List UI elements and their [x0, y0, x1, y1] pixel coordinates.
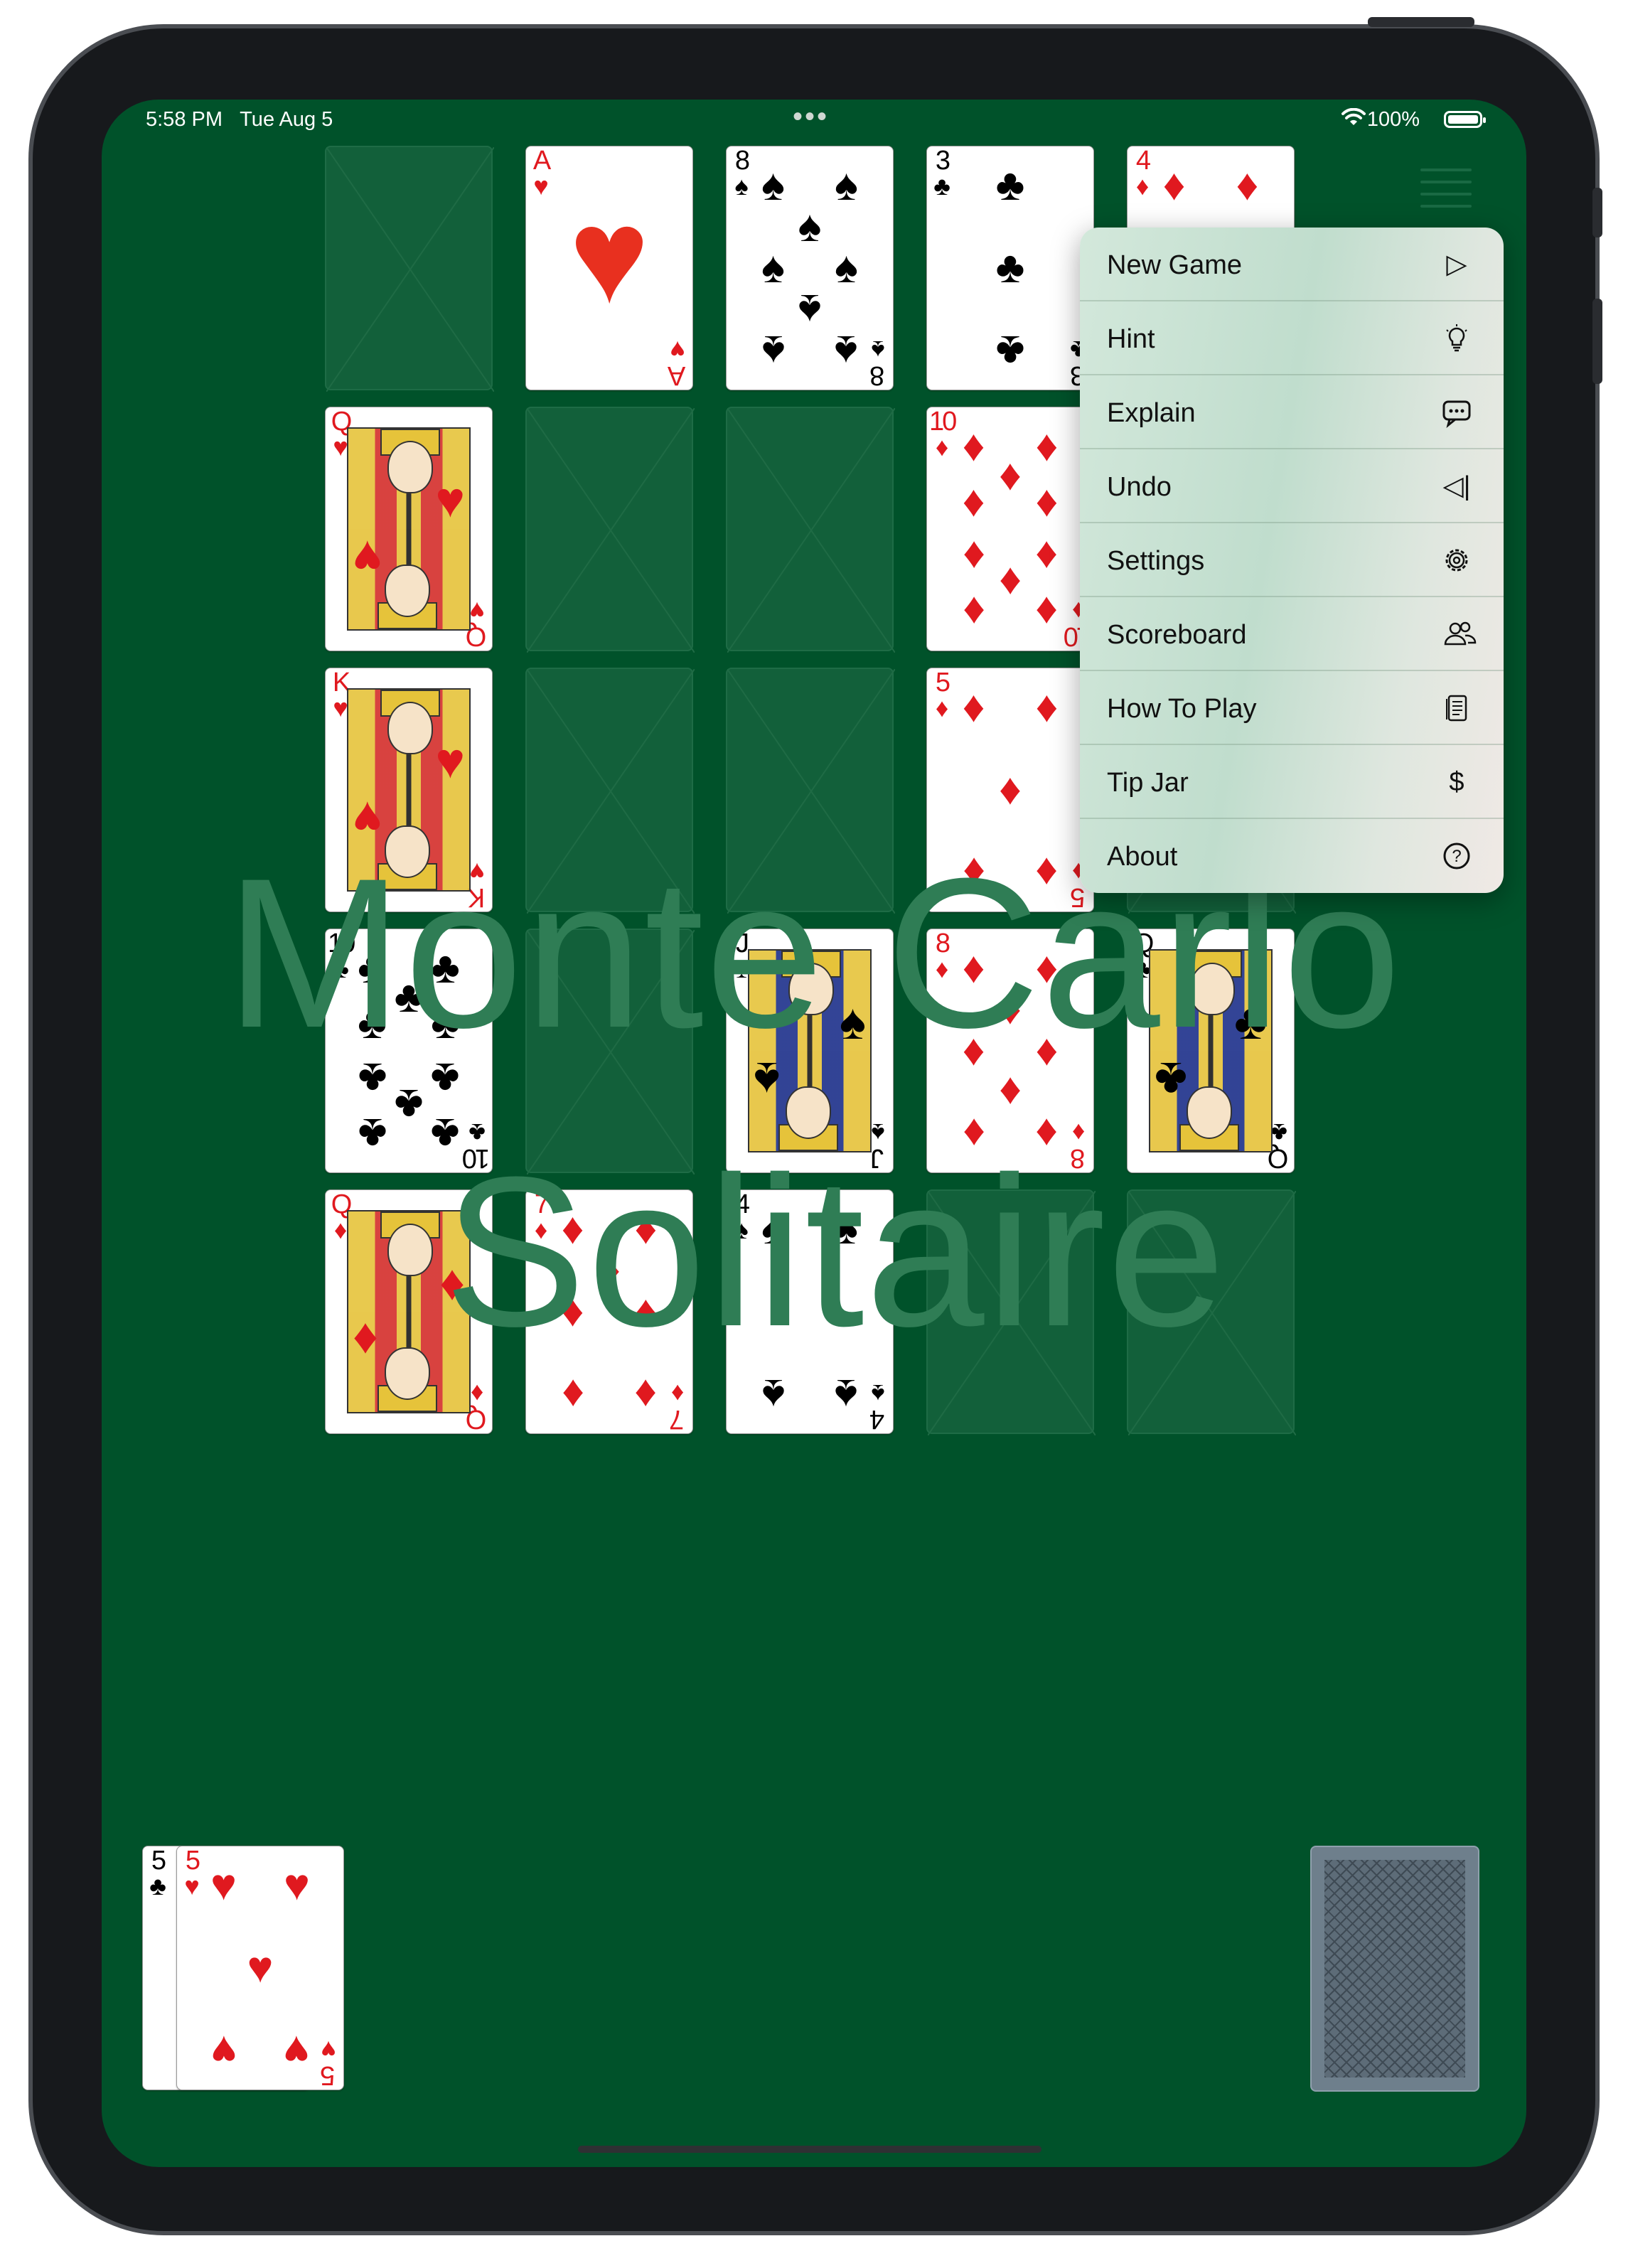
- menu-item-hint[interactable]: Hint: [1080, 301, 1504, 375]
- menu-item-label: Undo: [1107, 472, 1172, 502]
- card-ace-of-hearts[interactable]: A ♥ A ♥ ♥: [525, 146, 693, 390]
- gear-icon: [1441, 545, 1472, 576]
- clubs-pip-icon: ♣: [995, 160, 1025, 210]
- lightbulb-icon: [1441, 323, 1472, 354]
- empty-card-slot[interactable]: [325, 146, 494, 392]
- card-8-of-spades[interactable]: 8 ♠ 8 ♠ ♠ ♠ ♠ ♠ ♠ ♠ ♠ ♠: [726, 146, 894, 390]
- heart-pip-icon: ♥: [569, 181, 650, 331]
- card-queen-of-hearts[interactable]: Q ♥ Q ♥ ♥ ♥: [325, 407, 493, 651]
- menu-item-label: Settings: [1107, 546, 1205, 576]
- diamonds-pip-icon: ♦: [1035, 682, 1059, 732]
- empty-slot-x-icon: [727, 408, 895, 653]
- volume-up-button: [1592, 188, 1602, 237]
- spades-pip-icon: ♠: [798, 285, 822, 335]
- multitask-indicator[interactable]: •••: [793, 101, 829, 133]
- game-menu: New Game ▷ Hint Explain Undo ◁| Settings Scoreb…: [1080, 228, 1504, 893]
- diamonds-pip-icon: ♦: [561, 1370, 584, 1420]
- diamonds-pip-icon: ♦: [962, 477, 985, 527]
- title-line-2: Solitaire: [444, 1132, 1227, 1371]
- top-button: [1368, 17, 1474, 27]
- menu-item-label: How To Play: [1107, 694, 1257, 724]
- hearts-pip-icon: ♥: [284, 2026, 310, 2076]
- menu-item-tip-jar[interactable]: Tip Jar $: [1080, 745, 1504, 819]
- spades-pip-icon: ♠: [761, 160, 785, 210]
- diamonds-pip-icon: ♦: [634, 1370, 658, 1420]
- spades-pip-icon: ♠: [835, 243, 858, 292]
- empty-slot-x-icon: [326, 147, 494, 392]
- status-time: 5:58 PM Tue Aug 5: [146, 108, 333, 131]
- wifi-icon: [1342, 108, 1366, 125]
- menu-item-settings[interactable]: Settings: [1080, 523, 1504, 597]
- card-10-of-diamonds[interactable]: 10 ♦ 10 ♦ ♦ ♦ ♦ ♦ ♦ ♦ ♦ ♦ ♦ ♦: [926, 407, 1094, 651]
- card-3-of-clubs[interactable]: 3 ♣ 3 ♣ ♣ ♣ ♣: [926, 146, 1094, 390]
- empty-slot-x-icon: [527, 408, 695, 653]
- menu-item-label: Explain: [1107, 398, 1196, 428]
- menu-item-undo[interactable]: Undo ◁|: [1080, 449, 1504, 523]
- menu-item-explain[interactable]: Explain: [1080, 375, 1504, 449]
- hearts-pip-icon: ♥: [247, 1943, 274, 1992]
- battery-percent: 100%: [1366, 108, 1420, 131]
- play-icon: ▷: [1446, 250, 1467, 279]
- screen: 5:58 PM Tue Aug 5 ••• 100% A ♥ A ♥ ♥ 8 ♠ 8 ♠ ♠ ♠ ♠ ♠…: [102, 100, 1526, 2167]
- svg-text:?: ?: [1452, 847, 1461, 866]
- empty-card-slot[interactable]: [525, 407, 695, 653]
- clubs-pip-icon: ♣: [995, 326, 1025, 376]
- hearts-pip-icon: ♥: [210, 2026, 237, 2076]
- waste-card-5-of-hearts[interactable]: 5 ♥ 5 ♥ ♥ ♥ ♥ ♥ ♥: [176, 1846, 344, 2090]
- question-circle-icon: ?: [1441, 840, 1472, 872]
- diamonds-pip-icon: ♦: [962, 587, 985, 637]
- diamonds-pip-icon: ♦: [1035, 587, 1059, 637]
- spades-pip-icon: ♠: [761, 243, 785, 292]
- undo-icon: ◁|: [1442, 471, 1471, 501]
- spades-pip-icon: ♠: [798, 201, 822, 251]
- diamonds-pip-icon: ♦: [962, 682, 985, 732]
- hearts-pip-icon: ♥: [210, 1860, 237, 1910]
- card-corner-index-bottom: A ♥: [669, 336, 686, 390]
- menu-item-label: Tip Jar: [1107, 768, 1189, 798]
- clubs-pip-icon: ♣: [995, 243, 1025, 292]
- empty-card-slot[interactable]: [726, 407, 895, 653]
- spades-pip-icon: ♠: [761, 1370, 785, 1420]
- menu-item-how-to-play[interactable]: How To Play: [1080, 671, 1504, 745]
- dollar-icon: $: [1449, 767, 1464, 797]
- speech-bubble-icon: [1441, 397, 1472, 428]
- document-icon: [1441, 692, 1472, 724]
- people-icon: [1441, 619, 1477, 650]
- menu-item-label: New Game: [1107, 250, 1243, 280]
- diamonds-pip-icon: ♦: [999, 1068, 1022, 1118]
- diamonds-pip-icon: ♦: [999, 765, 1022, 814]
- court-figure-art: ♥ ♥: [347, 427, 471, 631]
- menu-item-label: Hint: [1107, 324, 1155, 354]
- spades-pip-icon: ♠: [761, 326, 785, 376]
- menu-item-label: Scoreboard: [1107, 620, 1247, 650]
- spades-pip-icon: ♠: [835, 160, 858, 210]
- volume-down-button: [1592, 299, 1602, 384]
- home-indicator[interactable]: [578, 2146, 1041, 2153]
- hamburger-menu-icon[interactable]: [1420, 169, 1472, 214]
- menu-item-new-game[interactable]: New Game ▷: [1080, 228, 1504, 301]
- diamonds-pip-icon: ♦: [1035, 477, 1059, 527]
- battery-icon: [1444, 111, 1486, 128]
- hearts-pip-icon: ♥: [284, 1860, 310, 1910]
- spades-pip-icon: ♠: [835, 1370, 858, 1420]
- diamonds-pip-icon: ♦: [1162, 160, 1186, 210]
- card-back-pattern: [1324, 1860, 1465, 2077]
- menu-item-scoreboard[interactable]: Scoreboard: [1080, 597, 1504, 671]
- stock-pile[interactable]: [1310, 1846, 1479, 2092]
- menu-item-label: About: [1107, 842, 1178, 872]
- diamonds-pip-icon: ♦: [1236, 160, 1259, 210]
- menu-item-about[interactable]: About?: [1080, 819, 1504, 893]
- spades-pip-icon: ♠: [835, 326, 858, 376]
